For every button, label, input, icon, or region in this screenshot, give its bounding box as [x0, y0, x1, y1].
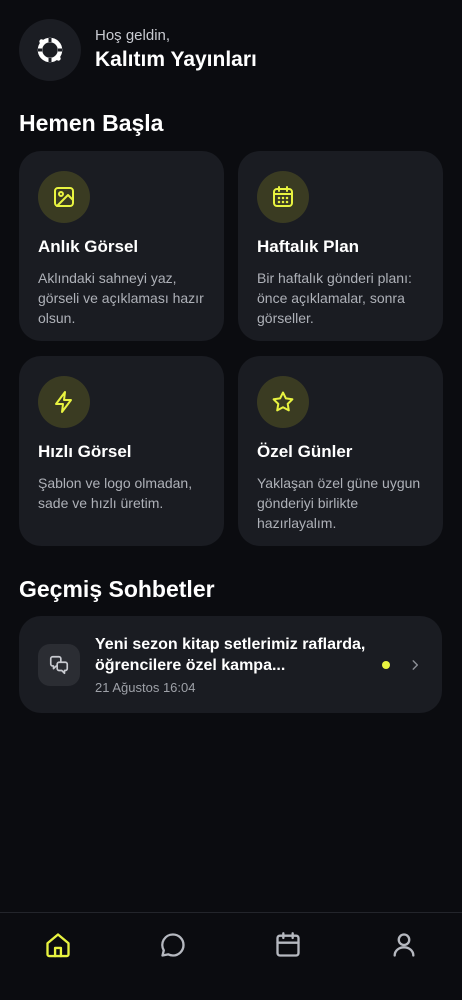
- card-description: Aklındaki sahneyi yaz, görseli ve açıkla…: [38, 270, 204, 326]
- card-title: Anlık Görsel: [38, 237, 139, 256]
- card-description: Şablon ve logo olmadan, sade ve hızlı ür…: [38, 475, 193, 511]
- nav-chat[interactable]: [157, 929, 189, 961]
- card-title: Özel Günler: [257, 442, 353, 461]
- card-icon-wrap: [38, 376, 90, 428]
- card-title: Hızlı Görsel: [38, 442, 132, 461]
- home-screen: Hoş geldin, Kalıtım Yayınları Hemen Başl…: [0, 0, 462, 1000]
- history-item[interactable]: Yeni sezon kitap setlerimiz raflarda, öğ…: [19, 616, 442, 713]
- brand-avatar[interactable]: [19, 19, 81, 81]
- history-icon-wrap: [38, 643, 80, 686]
- card-icon-wrap: [257, 376, 309, 428]
- profile-icon: [393, 933, 415, 957]
- header-text: Hoş geldin, Kalıtım Yayınları: [95, 27, 257, 73]
- star-icon: [272, 391, 294, 412]
- quick-start-title: Hemen Başla: [19, 110, 164, 136]
- unread-indicator: [382, 660, 390, 669]
- history-text: Yeni sezon kitap setlerimiz raflarda, öğ…: [95, 634, 367, 695]
- bottom-nav: [0, 912, 462, 1000]
- calendar-grid-icon: [273, 186, 293, 207]
- home-icon: [46, 933, 70, 958]
- chat-bubbles-icon: [49, 655, 69, 674]
- history-title: Geçmiş Sohbetler: [19, 576, 215, 602]
- nav-calendar[interactable]: [272, 929, 304, 961]
- nav-profile[interactable]: [388, 929, 420, 961]
- card-description: Bir haftalık gönderi planı: önce açıklam…: [257, 270, 412, 326]
- history-item-date: 21 Ağustos 16:04: [95, 680, 196, 695]
- ring-logo-icon: [37, 37, 63, 63]
- brand-name: Kalıtım Yayınları: [95, 48, 257, 71]
- chat-icon: [161, 933, 185, 957]
- card-special-days[interactable]: Özel Günler Yaklaşan özel güne uygun gön…: [238, 356, 443, 546]
- card-description: Yaklaşan özel güne uygun gönderiyi birli…: [257, 475, 421, 531]
- nav-home[interactable]: [42, 929, 74, 961]
- card-quick-image[interactable]: Hızlı Görsel Şablon ve logo olmadan, sad…: [19, 356, 224, 546]
- lightning-icon: [55, 391, 72, 413]
- calendar-icon: [276, 932, 300, 957]
- history-item-title: Yeni sezon kitap setlerimiz raflarda, öğ…: [95, 636, 366, 674]
- card-title: Haftalık Plan: [257, 237, 360, 256]
- greeting-text: Hoş geldin,: [95, 27, 171, 44]
- card-instant-image[interactable]: Anlık Görsel Aklındaki sahneyi yaz, görs…: [19, 151, 224, 341]
- card-icon-wrap: [257, 171, 309, 223]
- image-icon: [54, 187, 74, 207]
- header: Hoş geldin, Kalıtım Yayınları: [19, 19, 257, 81]
- chevron-right-icon: [408, 658, 422, 672]
- card-weekly-plan[interactable]: Haftalık Plan Bir haftalık gönderi planı…: [238, 151, 443, 341]
- card-icon-wrap: [38, 171, 90, 223]
